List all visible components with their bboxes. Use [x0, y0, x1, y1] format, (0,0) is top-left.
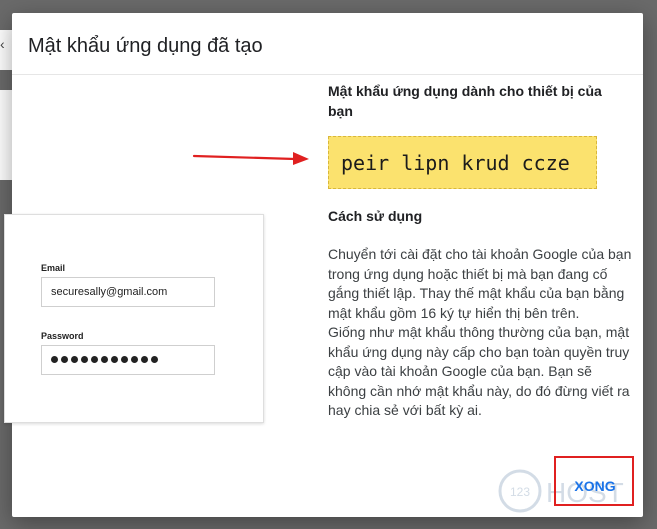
dialog-title: Mật khẩu ứng dụng đã tạo	[28, 35, 263, 57]
password-dot	[81, 356, 88, 363]
password-dot	[111, 356, 118, 363]
password-dot	[131, 356, 138, 363]
red-arrow-icon	[192, 152, 309, 165]
title-divider	[12, 74, 643, 75]
watermark-badge-text: 123	[510, 485, 530, 499]
illustration-password-field	[41, 345, 215, 375]
illustration-email-label: Email	[41, 263, 66, 273]
password-subtitle: Mật khẩu ứng dụng dành cho thiết bị của …	[328, 83, 602, 119]
password-dot	[101, 356, 108, 363]
password-dot	[51, 356, 58, 363]
password-dot	[121, 356, 128, 363]
illustration-password-label: Password	[41, 331, 84, 341]
illustration-email-value: securesally@gmail.com	[51, 286, 168, 298]
generated-password: peir lipn krud ccze	[341, 151, 570, 175]
background-page-fragment	[0, 90, 12, 180]
password-dot	[91, 356, 98, 363]
illustration-email-field: securesally@gmail.com	[41, 277, 215, 307]
illustration-password-dots	[51, 356, 158, 365]
login-illustration: Email securesally@gmail.com Password	[4, 214, 264, 423]
howto-heading: Cách sử dụng	[328, 208, 423, 224]
back-chevron-icon: ‹	[0, 36, 5, 52]
password-dot	[151, 356, 158, 363]
howto-instructions: Chuyển tới cài đặt cho tài khoản Google …	[328, 246, 632, 418]
done-button[interactable]: XONG	[562, 472, 628, 500]
generated-password-box: peir lipn krud ccze	[328, 136, 597, 189]
app-password-dialog: Mật khẩu ứng dụng đã tạo Email securesal…	[4, 13, 643, 517]
password-dot	[71, 356, 78, 363]
password-dot	[141, 356, 148, 363]
password-dot	[61, 356, 68, 363]
